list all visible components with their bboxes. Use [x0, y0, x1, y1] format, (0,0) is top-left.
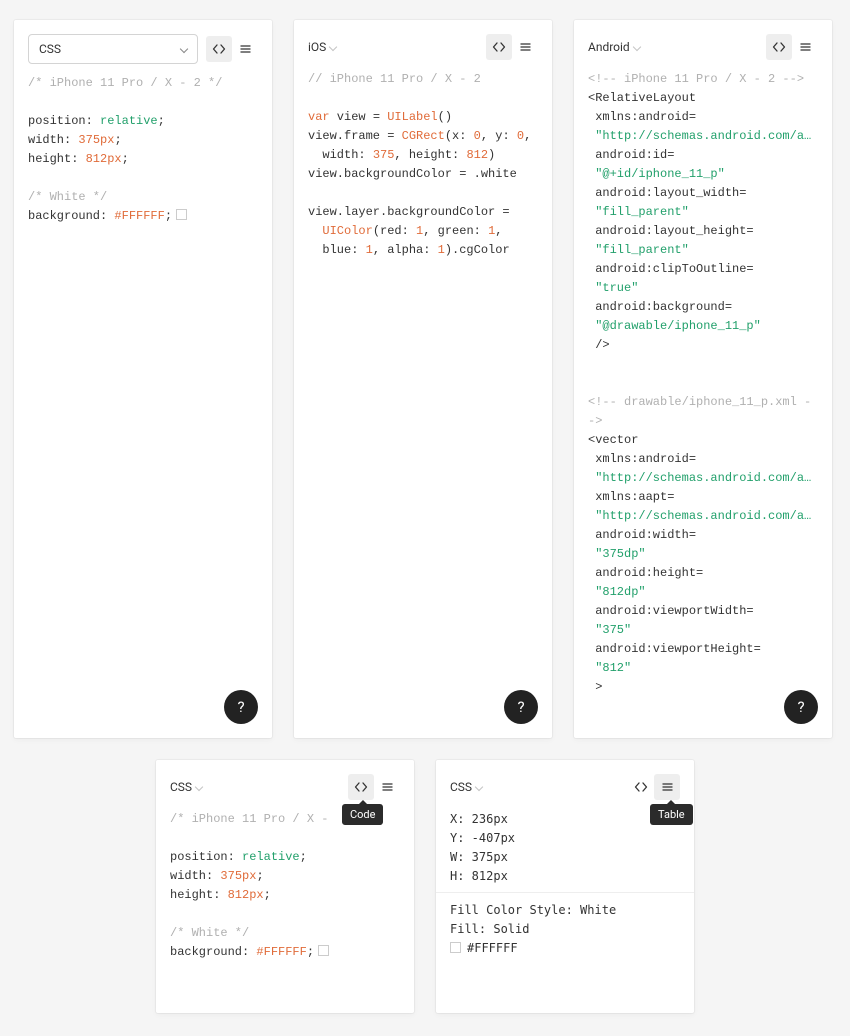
list-icon [238, 42, 252, 56]
ios-panel: iOS // iPhone 11 Pro / X - 2 var view = … [294, 20, 552, 738]
android-panel: Android <!-- iPhone 11 Pro / X - 2 --> <… [574, 20, 832, 738]
chevron-down-icon [634, 43, 642, 51]
divider [436, 892, 694, 893]
chevron-down-icon [330, 43, 338, 51]
language-label: Android [588, 40, 630, 54]
question-icon: ? [797, 698, 804, 716]
help-button[interactable]: ? [224, 690, 258, 724]
table-row: #FFFFFF [450, 939, 680, 958]
list-icon [518, 40, 532, 54]
list-icon [380, 780, 394, 794]
chevron-down-icon [476, 783, 484, 791]
code-icon [354, 780, 368, 794]
panel-header: CSS [14, 20, 272, 74]
panel-header: CSS Table [436, 760, 694, 810]
panel-header: CSS Code [156, 760, 414, 810]
code-view-button[interactable] [206, 36, 232, 62]
panel-header: iOS [294, 20, 552, 70]
list-icon [798, 40, 812, 54]
language-select[interactable]: CSS [170, 780, 204, 794]
question-icon: ? [517, 698, 524, 716]
code-view-button[interactable] [486, 34, 512, 60]
table-view-button[interactable] [232, 36, 258, 62]
code-view-button[interactable] [628, 774, 654, 800]
language-label: CSS [170, 780, 192, 794]
table-tooltip: Table [650, 804, 693, 825]
chevron-down-icon [196, 783, 204, 791]
language-label: CSS [450, 780, 472, 794]
table-view-button[interactable] [374, 774, 400, 800]
table-row: W: 375px [450, 848, 680, 867]
table-row: Fill: Solid [450, 920, 680, 939]
panel-header: Android [574, 20, 832, 70]
table-row: X: 236px [450, 810, 680, 829]
color-swatch [450, 942, 461, 953]
language-label: CSS [39, 42, 61, 56]
code-icon [634, 780, 648, 794]
list-icon [660, 780, 674, 794]
code-area: <!-- iPhone 11 Pro / X - 2 --> <Relative… [574, 70, 832, 738]
code-icon [772, 40, 786, 54]
css-table-panel: CSS Table X: 236px Y: -407px W: 375px H:… [436, 760, 694, 1013]
table-row: Y: -407px [450, 829, 680, 848]
code-view-button[interactable] [348, 774, 374, 800]
table-row: Fill Color Style: White [450, 901, 680, 920]
language-select[interactable]: Android [588, 40, 642, 54]
table-row: H: 812px [450, 867, 680, 886]
help-button[interactable]: ? [784, 690, 818, 724]
code-area: // iPhone 11 Pro / X - 2 var view = UILa… [294, 70, 552, 738]
language-select[interactable]: CSS [450, 780, 484, 794]
view-toggle: Table [628, 774, 680, 800]
table-view-button[interactable] [654, 774, 680, 800]
view-toggle [486, 34, 538, 60]
table-view-button[interactable] [512, 34, 538, 60]
view-toggle [206, 36, 258, 62]
view-toggle: Code [348, 774, 400, 800]
code-area: /* iPhone 11 Pro / X - position: relativ… [156, 810, 414, 1013]
color-swatch [176, 209, 187, 220]
table-area: X: 236px Y: -407px W: 375px H: 812px Fil… [436, 810, 694, 968]
code-tooltip: Code [342, 804, 383, 825]
language-select[interactable]: iOS [308, 40, 338, 54]
code-view-button[interactable] [766, 34, 792, 60]
view-toggle [766, 34, 818, 60]
table-view-button[interactable] [792, 34, 818, 60]
css-code-panel: CSS Code /* iPhone 11 Pro / X - position… [156, 760, 414, 1013]
css-panel: CSS /* iPhone 11 Pro / X - 2 */ position… [14, 20, 272, 738]
code-area: /* iPhone 11 Pro / X - 2 */ position: re… [14, 74, 272, 738]
code-icon [492, 40, 506, 54]
language-label: iOS [308, 40, 326, 54]
color-swatch [318, 945, 329, 956]
question-icon: ? [237, 698, 244, 716]
code-icon [212, 42, 226, 56]
language-select[interactable]: CSS [28, 34, 198, 64]
chevron-down-icon [181, 45, 189, 53]
help-button[interactable]: ? [504, 690, 538, 724]
